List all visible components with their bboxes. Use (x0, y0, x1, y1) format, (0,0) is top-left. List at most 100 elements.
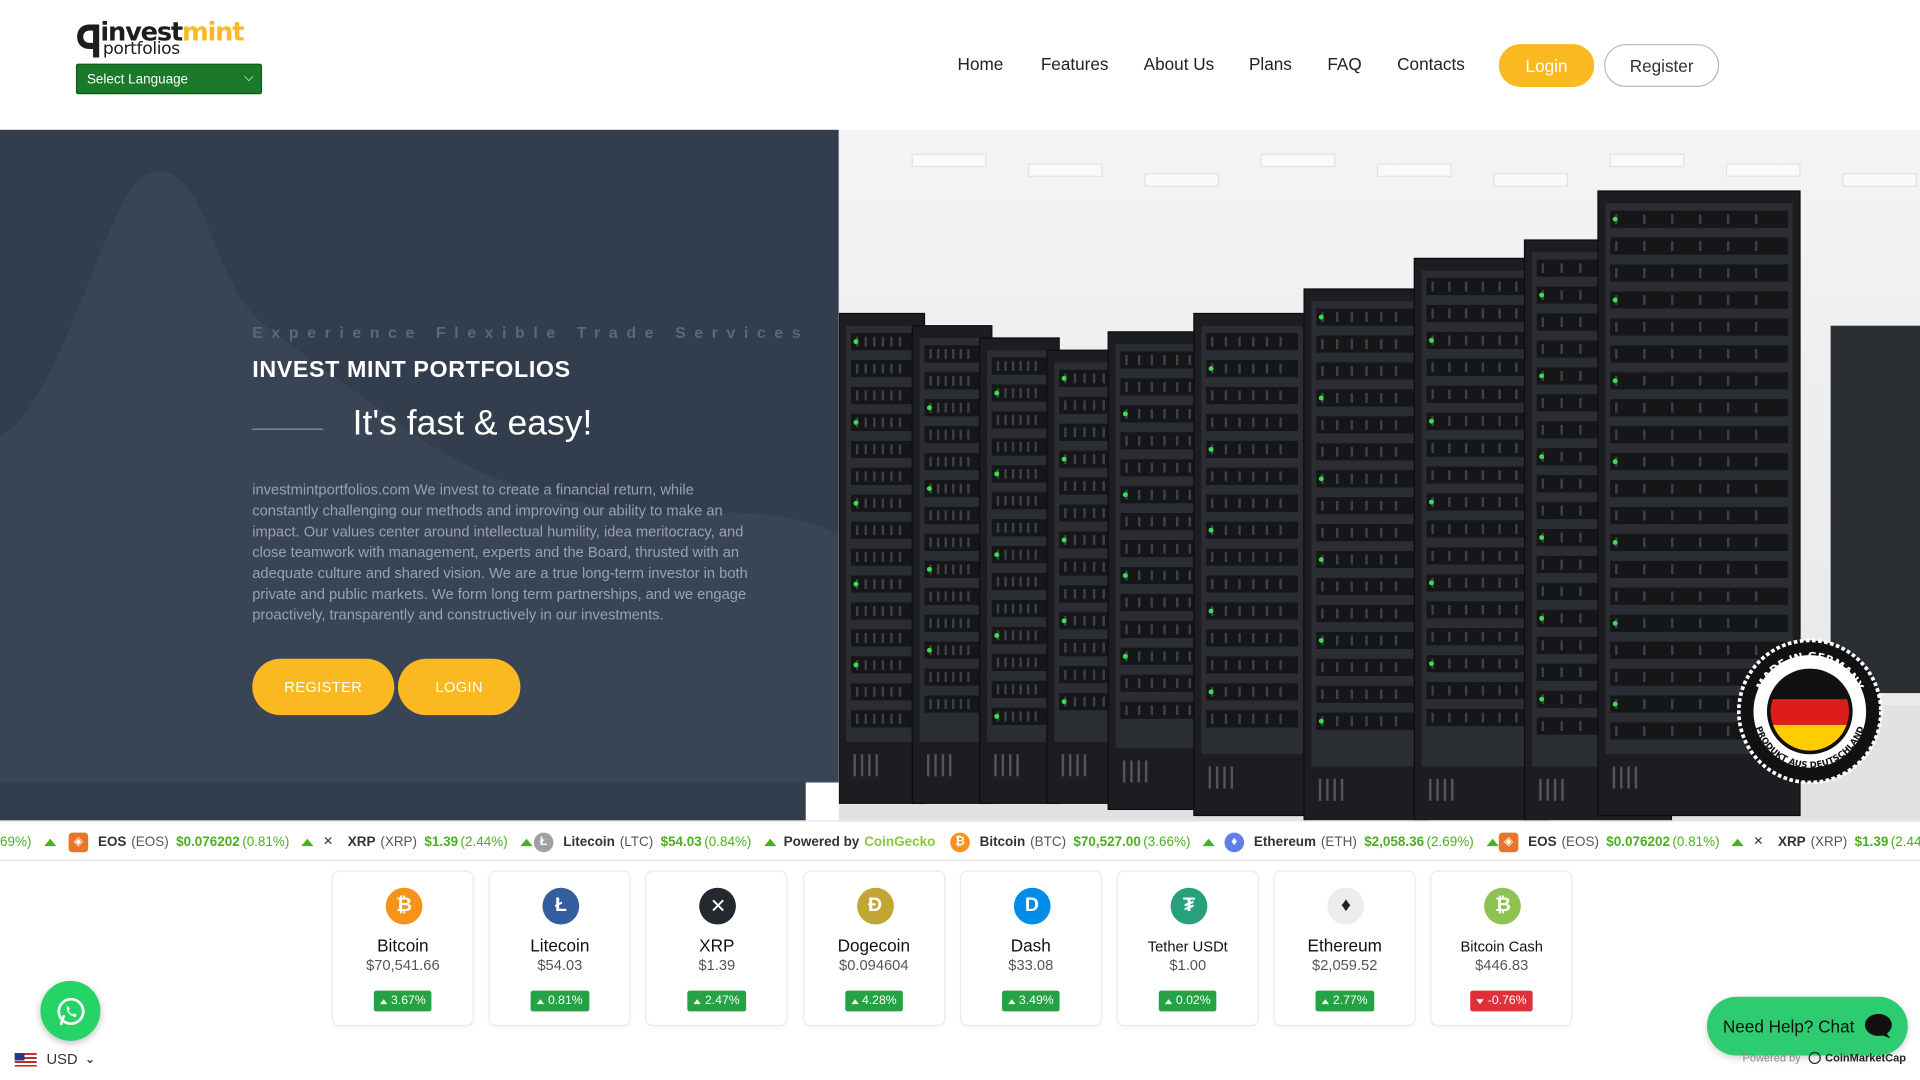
coin-price: $0.094604 (839, 956, 909, 974)
hero-panel: Experience Flexible Trade Services INVES… (0, 129, 839, 783)
ticker-item: Ł Litecoin (LTC) $54.03 (0.84%) (533, 822, 776, 860)
ticker-item: ◈ EOS (EOS) $0.076202 (0.81%) (68, 822, 314, 860)
chat-bubble-icon (1856, 1004, 1901, 1049)
coin-price: $1.39 (698, 956, 736, 974)
nav-plans[interactable]: Plans (1249, 54, 1292, 74)
coin-price: $1.00 (1169, 956, 1207, 974)
currency-code: USD (46, 1050, 78, 1068)
xrp-icon: ✕ (323, 835, 334, 849)
coin-price: $33.08 (1008, 956, 1054, 974)
coin-card[interactable]: D Dash $33.08 3.49% (959, 870, 1102, 1027)
coinmarketcap-credit: Powered by CoinMarketCap (1742, 1051, 1906, 1065)
coin-price: $70,541.66 (366, 956, 440, 974)
nav-faq[interactable]: FAQ (1327, 54, 1361, 74)
coin-change-badge: 2.77% (1315, 990, 1374, 1012)
coin-change-badge: 0.02% (1158, 990, 1217, 1012)
coin-change-badge: 0.81% (530, 990, 589, 1012)
coin-name: Ethereum (1307, 935, 1382, 956)
ethereum-icon: ♦ (1224, 832, 1245, 852)
coin-name: Dash (1010, 935, 1051, 956)
logo-subtitle: portfolios (102, 39, 180, 59)
arrow-up-icon (763, 838, 776, 846)
chevron-down-icon: ⌵ (244, 71, 254, 85)
coin-name: Tether USDt (1147, 937, 1228, 956)
arrow-down-icon (1476, 998, 1485, 1004)
header-login-button[interactable]: Login (1498, 44, 1595, 87)
language-select[interactable]: Select Language ⌵ (75, 63, 263, 95)
price-ticker: 69%) ◈ EOS (EOS) $0.076202 (0.81%) ✕ XRP (XRP) $… (0, 820, 1920, 861)
eos-icon: ◈ (68, 832, 89, 852)
hero-register-button[interactable]: REGISTER (252, 658, 395, 716)
ticker-item: ◈ EOS (EOS) $0.076202 (0.81%) (1498, 822, 1745, 860)
hero-login-button[interactable]: LOGIN (397, 658, 521, 716)
coin-change-badge: 3.49% (1001, 990, 1060, 1012)
hero-title: INVEST MINT PORTFOLIOS (252, 357, 571, 384)
coin-card[interactable]: ₮ Tether USDt $1.00 0.02% (1116, 870, 1259, 1027)
ticker-item: ✕XRP(XRP)$1.39(2.44%) (1749, 822, 1920, 860)
coin-card[interactable]: ₿ Bitcoin Cash $446.83 -0.76% (1430, 870, 1573, 1027)
coin-card[interactable]: ♦ Ethereum $2,059.52 2.77% (1273, 870, 1416, 1027)
coin-card[interactable]: Đ Dogecoin $0.094604 4.28% (802, 870, 945, 1027)
coin-change-badge: 4.28% (844, 990, 903, 1012)
tether-icon: ₮ (1170, 887, 1208, 925)
coin-name: Dogecoin (837, 935, 911, 956)
arrow-up-icon (43, 838, 56, 846)
arrow-up-icon (1731, 838, 1745, 846)
made-in-germany-badge: MADE IN GERMANY PRODUKT AUS DEUTSCHLAND (1736, 638, 1883, 785)
us-flag-icon (14, 1052, 37, 1066)
nav-features[interactable]: Features (1041, 54, 1109, 74)
arrow-up-icon (1164, 998, 1173, 1004)
coingecko-link[interactable]: CoinGecko (864, 834, 935, 849)
logo-mark-icon (77, 24, 100, 58)
site-header: investmint portfolios Select Language ⌵ … (0, 0, 1920, 130)
coin-price: $446.83 (1475, 956, 1529, 974)
dogecoin-icon: Đ (856, 887, 894, 925)
arrow-up-icon (1202, 838, 1215, 846)
coin-change-badge: -0.76% (1470, 990, 1533, 1012)
litecoin-icon: Ł (533, 832, 554, 852)
coin-change-badge: 3.67% (373, 990, 432, 1012)
litecoin-icon: Ł (542, 887, 580, 925)
help-chat-button[interactable]: Need Help? Chat (1706, 996, 1908, 1056)
arrow-up-icon (301, 838, 314, 846)
bitcoin-cash-icon: ₿ (1484, 887, 1522, 925)
arrow-up-icon (379, 998, 388, 1004)
arrow-up-icon (536, 998, 545, 1004)
bitcoin-icon: ₿ (950, 832, 970, 852)
arrow-up-icon (519, 838, 533, 846)
coin-card[interactable]: Ł Litecoin $54.03 0.81% (488, 870, 631, 1027)
hero-divider (252, 428, 324, 430)
nav-home[interactable]: Home (958, 54, 1004, 74)
hero-description: investmintportfolios.com We invest to cr… (252, 481, 748, 624)
header-register-button[interactable]: Register (1604, 44, 1720, 87)
coinmarketcap-logo-icon (1808, 1051, 1821, 1065)
help-chat-label: Need Help? Chat (1722, 1016, 1855, 1036)
coin-name: Bitcoin (377, 935, 429, 956)
coin-card[interactable]: ✕ XRP $1.39 2.47% (645, 870, 788, 1027)
coin-name: Bitcoin Cash (1460, 937, 1543, 956)
hero-tagline: It's fast & easy! (352, 404, 593, 444)
hero-panel-strip (0, 782, 806, 821)
nav-contacts[interactable]: Contacts (1397, 54, 1465, 74)
site-logo[interactable]: investmint portfolios (76, 17, 247, 62)
coin-name: Litecoin (530, 935, 590, 956)
xrp-icon: ✕ (699, 887, 737, 925)
arrow-up-icon (1321, 998, 1330, 1004)
coin-card[interactable]: ₿ Bitcoin $70,541.66 3.67% (331, 870, 474, 1027)
ticker-fragment: 69%) (0, 822, 56, 860)
coin-change-badge: 2.47% (687, 990, 746, 1012)
ethereum-icon: ♦ (1327, 887, 1365, 925)
dash-icon: D (1013, 887, 1051, 925)
arrow-up-icon (1485, 838, 1499, 846)
coin-name: XRP (699, 935, 735, 956)
whatsapp-icon (56, 997, 85, 1025)
coin-price: $54.03 (537, 956, 583, 974)
arrow-up-icon (1007, 998, 1016, 1004)
ticker-item: ₿ Bitcoin (BTC) $70,527.00 (3.66%) (950, 822, 1215, 860)
nav-about-us[interactable]: About Us (1144, 54, 1215, 74)
hero-eyebrow: Experience Flexible Trade Services (252, 323, 810, 342)
ticker-item: ♦ Ethereum (ETH) $2,058.36 (2.69%) (1224, 822, 1499, 860)
whatsapp-button[interactable] (40, 980, 101, 1041)
currency-selector[interactable]: USD ⌄ (14, 1050, 95, 1068)
arrow-up-icon (693, 998, 702, 1004)
